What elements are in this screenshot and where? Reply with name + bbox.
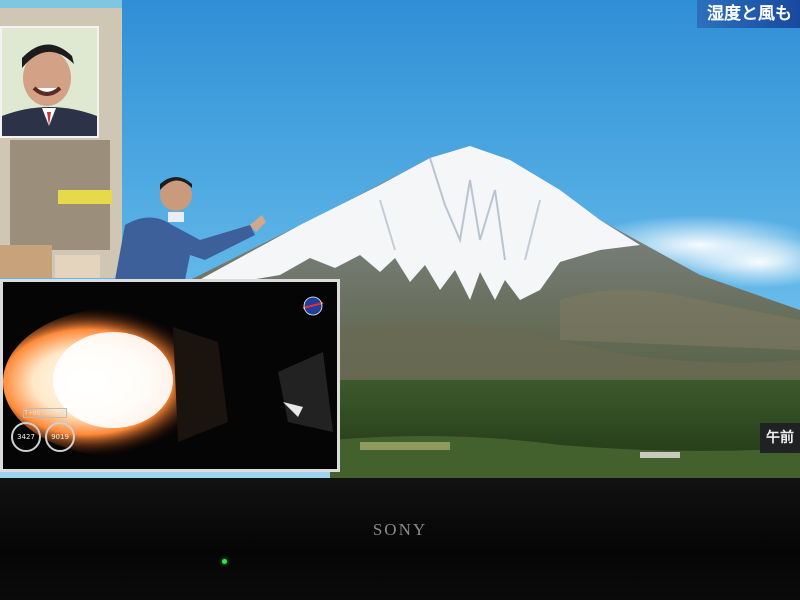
- power-led-icon: [222, 559, 227, 564]
- mission-elapsed-time: T+00:04:16: [23, 408, 67, 418]
- pip-commentator: [0, 26, 99, 138]
- launch-feed-inset: T+00:04:16 3427 9019: [0, 279, 340, 472]
- tv-brand-logo: SONY: [372, 520, 428, 539]
- nasa-logo-icon: [302, 296, 324, 316]
- time-tag: 午前: [760, 423, 800, 453]
- gauge-right: 9019: [45, 422, 75, 452]
- gauge-left: 3427: [11, 422, 41, 452]
- presenter: [115, 177, 266, 280]
- broadcast-caption: 湿度と風も: [697, 0, 800, 28]
- tv-screen: 湿度と風も 午前 T+00:04:16 3427 9019: [0, 0, 800, 478]
